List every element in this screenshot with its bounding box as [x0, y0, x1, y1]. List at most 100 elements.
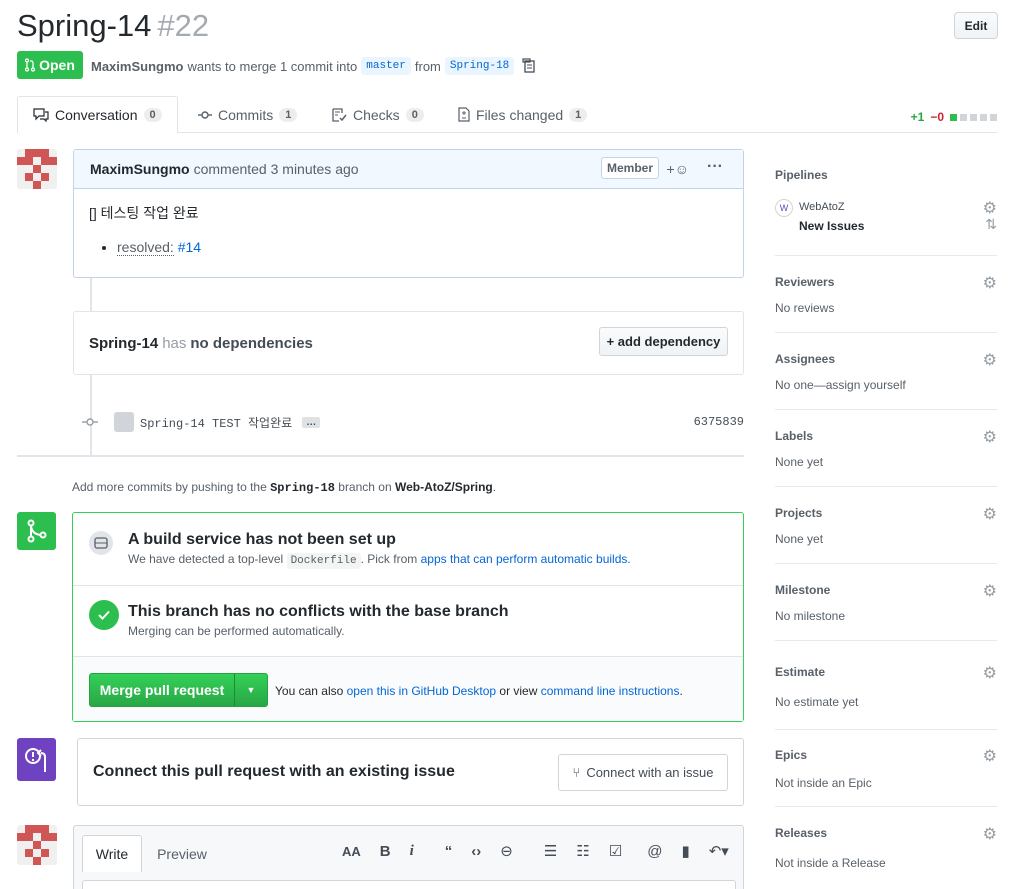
sidebar-title: Reviewers [775, 275, 835, 289]
commit-sha[interactable]: 6375839 [694, 415, 744, 429]
bulleted-list-icon[interactable]: ☰ [544, 842, 557, 860]
conflicts-text: This branch has no conflicts with the ba… [128, 603, 509, 638]
gear-icon[interactable]: ⚙ [983, 746, 997, 766]
gear-icon[interactable]: ⚙ [983, 427, 997, 447]
merge-alternatives: You can also open this in GitHub Desktop… [275, 684, 683, 698]
gear-icon[interactable]: ⚙ [983, 350, 997, 370]
push-hint: Add more commits by pushing to the Sprin… [72, 480, 496, 495]
github-avatar-icon[interactable] [114, 412, 134, 432]
sidebar-value: Not inside an Epic [775, 776, 872, 790]
automatic-builds-link[interactable]: apps that can perform automatic builds. [421, 552, 631, 566]
gear-icon[interactable]: ⚙ [983, 504, 997, 524]
sidebar-releases: Releases Not inside a Release ⚙ [775, 826, 997, 870]
merge-options-dropdown[interactable]: ▼ [234, 674, 267, 706]
author-link[interactable]: MaximSungmo [91, 59, 183, 74]
avatar[interactable] [17, 825, 57, 865]
member-badge: Member [600, 157, 659, 179]
checklist-icon [332, 107, 347, 122]
dependency-has: has [162, 334, 187, 352]
link-icon[interactable]: ⊖ [500, 842, 513, 860]
add-dependency-button[interactable]: + add dependency [599, 327, 728, 356]
diffstat-block [950, 113, 957, 121]
comment-textarea[interactable] [82, 880, 736, 889]
pr-tabs: Conversation 0 Commits 1 Checks 0 Files … [17, 96, 997, 134]
or-view-text: or view [499, 684, 538, 698]
diffstat: +1 −0 [911, 110, 997, 124]
avatar[interactable] [17, 149, 57, 189]
sidebar-value[interactable]: No one—assign yourself [775, 378, 997, 392]
head-branch[interactable]: Spring-18 [444, 57, 515, 75]
status-label: Open [39, 57, 75, 73]
tab-commits[interactable]: Commits 1 [198, 96, 298, 133]
tab-label: Commits [218, 106, 274, 123]
gear-icon[interactable]: ⚙ [983, 273, 997, 293]
bold-icon[interactable]: B [380, 843, 391, 860]
gear-icon[interactable]: ⚙ [983, 663, 997, 683]
commit-message[interactable]: Spring-14 TEST 작업완료 [140, 414, 292, 431]
timeline-line [90, 278, 92, 311]
tab-checks[interactable]: Checks 0 [332, 96, 424, 133]
sort-icon[interactable]: ⇅ [985, 216, 997, 233]
quote-icon[interactable]: “ [445, 843, 453, 860]
sidebar-value: No milestone [775, 609, 846, 623]
issue-link[interactable]: #14 [178, 239, 201, 255]
comment-timestamp[interactable]: commented 3 minutes ago [194, 161, 359, 177]
copy-icon[interactable] [522, 58, 536, 74]
command-line-link[interactable]: command line instructions [541, 684, 680, 698]
tab-conversation[interactable]: Conversation 0 [17, 96, 178, 134]
tab-files-changed[interactable]: Files changed 1 [458, 96, 588, 133]
tab-write[interactable]: Write [82, 835, 142, 872]
check-icon [98, 610, 110, 620]
more-options-icon[interactable]: ··· [707, 158, 723, 176]
merge-status-icon [17, 512, 56, 550]
diffstat-block [970, 113, 977, 121]
comment-list: resolved: #14 [117, 239, 728, 256]
add-reaction-icon[interactable]: +☺ [667, 161, 689, 177]
timeline-divider [17, 455, 744, 457]
bookmark-icon[interactable]: ▮ [681, 842, 689, 860]
sidebar-labels: Labels None yet ⚙ [775, 429, 997, 469]
markdown-toolbar: AA B i “ ‹› ⊖ ☰ ☷ ☑ @ ▮ ↶▾ [342, 842, 729, 861]
connect-issue-button[interactable]: ⑂ Connect with an issue [558, 754, 728, 791]
sidebar-divider [775, 640, 997, 641]
comment-text: [] 테스팅 작업 완료 [89, 205, 199, 221]
gear-icon[interactable]: ⚙ [983, 824, 997, 844]
build-text: A build service has not been set up We h… [128, 531, 631, 569]
comment-header: MaximSungmo commented 3 minutes ago Memb… [74, 150, 743, 189]
also-prefix: You can also [275, 684, 344, 698]
pipeline-info: W WebAtoZ New Issues [775, 199, 997, 233]
sidebar-title: Milestone [775, 583, 831, 597]
diffstat-block [990, 113, 997, 121]
connect-title: Connect this pull request with an existi… [93, 763, 455, 780]
gear-icon[interactable]: ⚙ [983, 581, 997, 601]
commit-row: Spring-14 TEST 작업완료 … 6375839 [82, 410, 744, 434]
merge-pull-request-button[interactable]: Merge pull request [90, 674, 234, 706]
hint-prefix: Add more commits by pushing to the [72, 480, 267, 494]
resolved-label: resolved: [117, 239, 174, 256]
sidebar-value: Not inside a Release [775, 856, 886, 870]
workspace-name: WebAtoZ [799, 201, 845, 213]
code-icon[interactable]: ‹› [471, 843, 481, 860]
mention-icon[interactable]: @ [647, 843, 662, 860]
edit-button[interactable]: Edit [954, 12, 998, 39]
sidebar-value: No estimate yet [775, 695, 859, 709]
task-list-icon[interactable]: ☑ [609, 842, 622, 860]
base-branch[interactable]: master [361, 57, 411, 75]
reply-icon[interactable]: ↶▾ [709, 842, 729, 860]
build-sub-middle: . Pick from [360, 552, 418, 566]
merge-button-group: Merge pull request ▼ [89, 673, 268, 707]
gear-icon[interactable]: ⚙ [983, 198, 997, 218]
conflicts-row: This branch has no conflicts with the ba… [73, 586, 743, 657]
connect-icon: ⑂ [572, 765, 581, 780]
italic-icon[interactable]: i [410, 843, 414, 860]
github-desktop-link[interactable]: open this in GitHub Desktop [347, 684, 496, 698]
tab-counter: 1 [569, 107, 588, 122]
tab-preview[interactable]: Preview [150, 835, 214, 872]
numbered-list-icon[interactable]: ☷ [576, 842, 589, 860]
pipeline-name[interactable]: New Issues [799, 219, 864, 233]
comment-author[interactable]: MaximSungmo [90, 161, 190, 177]
text-size-icon[interactable]: AA [342, 844, 361, 859]
issue-opened-icon [24, 747, 46, 772]
expand-commit-button[interactable]: … [302, 416, 321, 428]
comment-body: [] 테스팅 작업 완료 resolved: #14 [74, 189, 743, 269]
